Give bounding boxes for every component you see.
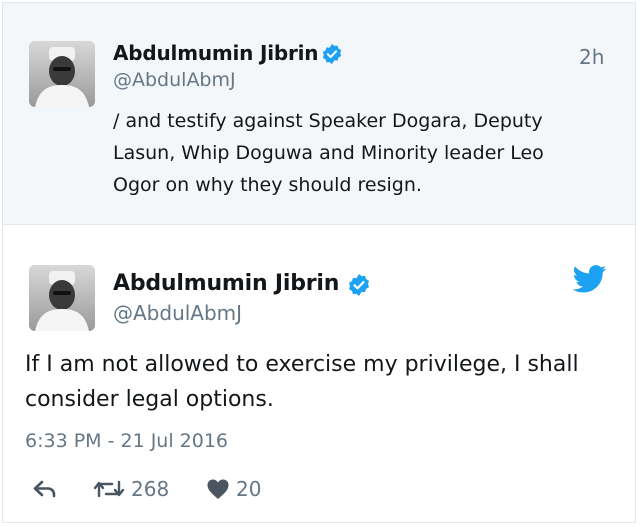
heart-icon [207,479,229,499]
main-handle[interactable]: @AbdulAbmJ [113,301,242,325]
main-tweet-text: If I am not allowed to exercise my privi… [25,352,579,412]
retweet-icon [93,480,125,498]
like-button[interactable]: 20 [206,477,261,501]
parent-tweet[interactable]: Abdulmumin Jibrin @AbdulAbmJ 2h / and te… [3,3,635,225]
tweet-actions: 268 20 [3,477,635,507]
tweet-card: Abdulmumin Jibrin @AbdulAbmJ 2h / and te… [2,2,636,523]
tweet-timestamp[interactable]: 6:33 PM - 21 Jul 2016 [25,430,228,452]
verified-badge-icon [349,274,369,296]
parent-tweet-text: / and testify against Speaker Dogara, De… [113,110,544,196]
main-tweet: Abdulmumin Jibrin @AbdulAbmJ If I am not… [3,225,635,522]
main-avatar[interactable] [29,265,95,331]
reply-button[interactable] [33,479,57,499]
verified-badge-icon [322,43,342,65]
twitter-bird-icon[interactable] [573,265,607,293]
reply-icon [33,480,56,498]
retweet-count: 268 [131,477,170,501]
main-author-name[interactable]: Abdulmumin Jibrin [113,271,339,296]
like-count: 20 [236,477,262,501]
retweet-button[interactable]: 268 [93,477,169,501]
parent-time[interactable]: 2h [579,45,604,69]
parent-author-name[interactable]: Abdulmumin Jibrin [113,41,319,65]
parent-handle[interactable]: @AbdulAbmJ [113,69,236,91]
parent-avatar[interactable] [29,41,95,107]
